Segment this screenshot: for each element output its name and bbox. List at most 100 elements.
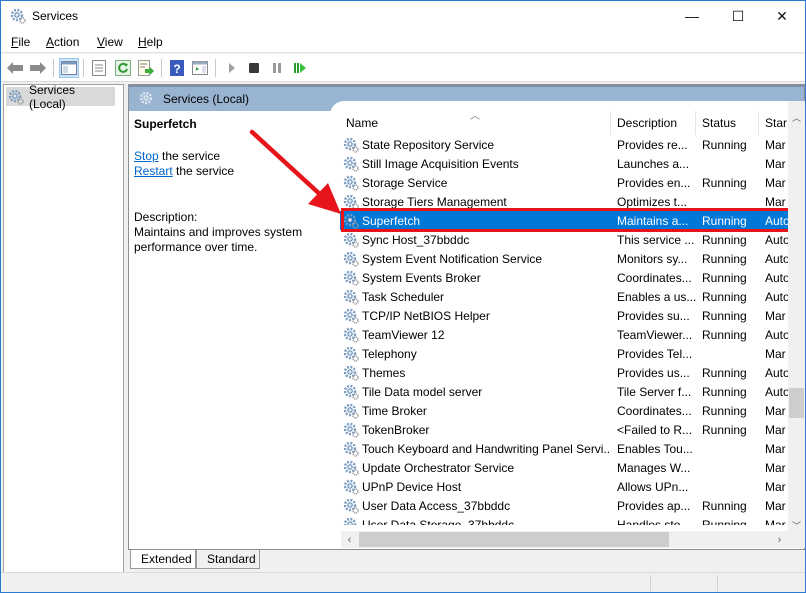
column-header-status[interactable]: Status <box>696 111 759 135</box>
menu-help[interactable]: Help <box>138 35 163 49</box>
forward-button[interactable] <box>28 58 48 78</box>
column-header-row: Name Description Status Star <box>340 111 792 135</box>
service-gear-icon <box>343 403 359 419</box>
service-description: Coordinates... <box>617 270 692 285</box>
service-gear-icon <box>343 365 359 381</box>
service-name-cell: TeamViewer 12 <box>340 327 611 343</box>
show-hide-console-tree-button[interactable] <box>59 58 79 78</box>
service-description: Launches a... <box>617 156 690 171</box>
services-pane: Services (Local) Superfetch Stop the ser… <box>128 84 805 550</box>
vertical-scrollbar[interactable]: ︿ ﹀ <box>788 101 805 548</box>
stop-service-link[interactable]: Stop <box>134 149 159 163</box>
service-row[interactable]: Superfetch Maintains a... Running Auto <box>340 211 792 230</box>
service-name-cell: Still Image Acquisition Events <box>340 156 611 172</box>
service-row[interactable]: Touch Keyboard and Handwriting Panel Ser… <box>340 439 792 458</box>
service-name-cell: User Data Access_37bbddc <box>340 498 611 514</box>
service-row[interactable]: Time Broker Coordinates... Running Mar <box>340 401 792 420</box>
service-description: Coordinates... <box>617 403 692 418</box>
service-description: Provides re... <box>617 137 688 152</box>
service-row[interactable]: TeamViewer 12 TeamViewer... Running Auto <box>340 325 792 344</box>
scroll-down-icon[interactable]: ﹀ <box>788 517 805 534</box>
vertical-scroll-thumb[interactable] <box>789 388 804 418</box>
back-button[interactable] <box>5 58 25 78</box>
scroll-right-icon[interactable]: › <box>771 531 788 548</box>
menu-help-accel: H <box>138 35 147 49</box>
refresh-button[interactable] <box>113 58 133 78</box>
minimize-button[interactable]: — <box>669 1 715 31</box>
service-row[interactable]: User Data Access_37bbddc Provides ap... Ru… <box>340 496 792 515</box>
tab-extended[interactable]: Extended <box>130 550 196 569</box>
service-gear-icon <box>343 232 359 248</box>
service-row[interactable]: Sync Host_37bbddc This service ... Running… <box>340 230 792 249</box>
service-name: Superfetch <box>362 213 421 228</box>
service-description: Provides ap... <box>617 498 691 513</box>
service-row[interactable]: Storage Tiers Management Optimizes t... Ma… <box>340 192 792 211</box>
refresh-icon <box>115 60 131 76</box>
service-row[interactable]: UPnP Device Host Allows UPn... Mar <box>340 477 792 496</box>
service-row[interactable]: TokenBroker <Failed to R... Running Mar <box>340 420 792 439</box>
service-name-cell: TokenBroker <box>340 422 611 438</box>
service-row[interactable]: Telephony Provides Tel... Mar <box>340 344 792 363</box>
service-row[interactable]: Still Image Acquisition Events Launches a… <box>340 154 792 173</box>
scroll-up-icon[interactable]: ︿ <box>788 109 805 126</box>
pause-service-button[interactable] <box>267 58 287 78</box>
service-row[interactable]: Task Scheduler Enables a us... Running Auto <box>340 287 792 306</box>
help-button[interactable]: ? <box>167 58 187 78</box>
action-pane-icon <box>192 61 208 75</box>
close-button[interactable]: ✕ <box>759 1 805 31</box>
service-row[interactable]: Storage Service Provides en... Running Mar <box>340 173 792 192</box>
maximize-button[interactable]: ☐ <box>715 1 761 31</box>
service-row[interactable]: Themes Provides us... Running Auto <box>340 363 792 382</box>
horizontal-scroll-thumb[interactable] <box>359 532 669 547</box>
service-status: Running <box>702 308 747 323</box>
service-status: Running <box>702 270 747 285</box>
service-name: System Events Broker <box>362 270 481 285</box>
console-tree-icon <box>61 61 77 75</box>
resume-service-button[interactable] <box>290 58 310 78</box>
service-gear-icon <box>343 479 359 495</box>
service-row[interactable]: TCP/IP NetBIOS Helper Provides su... Runni… <box>340 306 792 325</box>
service-status: Running <box>702 327 747 342</box>
column-header-name[interactable]: Name <box>340 111 611 135</box>
service-row[interactable]: System Event Notification Service Monitor… <box>340 249 792 268</box>
export-list-button[interactable] <box>136 58 156 78</box>
menu-action[interactable]: Action <box>46 35 79 49</box>
menu-action-label: ction <box>54 35 80 49</box>
service-gear-icon <box>343 308 359 324</box>
service-status: Running <box>702 213 747 228</box>
restart-service-link[interactable]: Restart <box>134 164 173 178</box>
service-description: Provides su... <box>617 308 690 323</box>
tab-standard[interactable]: Standard <box>196 550 260 569</box>
services-window: Services — ☐ ✕ File Action View Help ? S… <box>0 0 806 593</box>
service-name: System Event Notification Service <box>362 251 543 266</box>
service-name: State Repository Service <box>362 137 495 152</box>
properties-icon <box>92 60 106 76</box>
service-name-cell: System Event Notification Service <box>340 251 611 267</box>
tree-item-services-local[interactable]: Services (Local) <box>6 83 115 111</box>
service-name-cell: Task Scheduler <box>340 289 611 305</box>
menu-file[interactable]: File <box>11 35 30 49</box>
service-row[interactable]: Tile Data model server Tile Server f... Ru… <box>340 382 792 401</box>
start-service-button[interactable] <box>222 58 242 78</box>
description-text: Maintains and improves system performanc… <box>134 225 303 254</box>
service-name: TCP/IP NetBIOS Helper <box>362 308 490 323</box>
annotation-arrow <box>249 129 341 214</box>
scroll-left-icon[interactable]: ‹ <box>341 531 358 548</box>
horizontal-scrollbar[interactable]: ‹ › <box>341 531 788 548</box>
service-row[interactable]: User Data Storage_37bbddc Handles sto... R… <box>340 515 792 525</box>
service-name: Sync Host_37bbddc <box>362 232 470 247</box>
show-hide-action-pane-button[interactable] <box>190 58 210 78</box>
service-gear-icon <box>343 327 359 343</box>
service-row[interactable]: System Events Broker Coordinates... Runnin… <box>340 268 792 287</box>
menu-view[interactable]: View <box>97 35 123 49</box>
service-gear-icon <box>343 441 359 457</box>
toolbar-separator <box>161 59 162 77</box>
properties-button[interactable] <box>89 58 109 78</box>
service-gear-icon <box>343 270 359 286</box>
column-header-description[interactable]: Description <box>611 111 696 135</box>
stop-service-button[interactable] <box>244 58 264 78</box>
service-status: Running <box>702 137 747 152</box>
service-description: Provides Tel... <box>617 346 693 361</box>
service-row[interactable]: Update Orchestrator Service Manages W... M… <box>340 458 792 477</box>
service-row[interactable]: State Repository Service Provides re... Ru… <box>340 135 792 154</box>
